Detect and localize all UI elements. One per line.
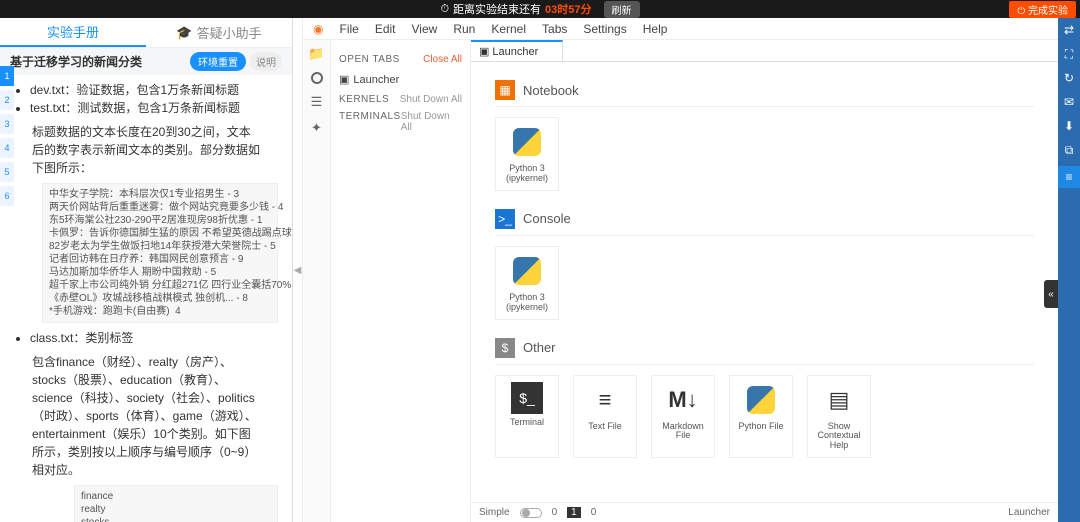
step-5[interactable]: 5 [0,162,14,182]
close-all-button[interactable]: Close All [423,54,462,65]
refresh-button[interactable]: 刷新 [604,1,640,18]
status-count: 0 [552,507,558,518]
menu-help[interactable]: Help [643,22,668,36]
section-other: Other [523,340,556,355]
sidebar-toggle-icon[interactable]: ≡ [1058,166,1080,188]
timer-label: 距离实验结束还有 [453,1,541,17]
other-icon: $ [495,338,515,358]
collapse-button[interactable]: « [1044,280,1058,308]
card-python3-notebook[interactable]: Python 3 (ipykernel) [495,117,559,191]
launcher-icon: ▣ [479,45,489,58]
tab-assistant[interactable]: 🎓答疑小助手 [146,18,292,47]
markdown-icon: M↓ [665,382,701,418]
commands-icon[interactable]: ☰ [309,94,325,110]
finish-button[interactable]: ⏻ 完成实验 [1009,1,1076,18]
step-4[interactable]: 4 [0,138,14,158]
timer-value: 03时57分 [545,1,591,17]
activity-bar: 📁 ☰ ✦ [303,40,331,522]
doc-title: 基于迁移学习的新闻分类 [10,53,142,70]
menu-file[interactable]: File [339,22,358,36]
folder-icon[interactable]: 📁 [309,46,325,62]
card-python-file[interactable]: Python File [729,375,793,459]
tab-launcher[interactable]: ▣Launcher [471,40,563,61]
card-python3-console[interactable]: Python 3 (ipykernel) [495,246,559,320]
fullscreen-icon[interactable]: ⛶ [1061,46,1077,62]
launcher-body: ▦ Notebook Python 3 (ipykernel) >_ Console… [471,62,1058,502]
simple-toggle[interactable] [520,508,542,518]
help-icon: ▤ [821,382,857,418]
running-icon[interactable] [311,72,323,84]
status-count: 1 [567,507,581,518]
left-panel: 1 2 3 4 5 6 实验手册 🎓答疑小助手 基于迁移学习的新闻分类 环境重置… [0,18,293,522]
notebook-icon: ▦ [495,80,515,100]
code-block: 中华女子学院：本科层次仅1专业招男生 - 3 两天价网站背后重重迷雾：做个网站究… [42,183,278,323]
paragraph: 标题数据的文本长度在20到30之间，文本后的数字表示新闻文本的类别。部分数据如下… [32,123,260,177]
copy-icon[interactable]: ⧉ [1061,142,1077,158]
open-tab-item[interactable]: ▣Launcher [339,71,462,88]
open-tabs-label: OPEN TABS [339,54,400,65]
message-icon[interactable]: ✉ [1061,94,1077,110]
menu-kernel[interactable]: Kernel [491,22,526,36]
section-console: Console [523,211,571,226]
python-icon [747,386,775,414]
kernels-label: KERNELS [339,94,389,105]
shutdown-all-button[interactable]: Shut Down All [400,94,462,105]
python-icon [513,257,541,285]
step-1[interactable]: 1 [0,66,14,86]
menu-settings[interactable]: Settings [583,22,626,36]
resizer[interactable]: ◀ [293,18,303,522]
doc-body[interactable]: dev.txt：验证数据，包含1万条新闻标题 test.txt：测试数据，包含1… [0,75,292,522]
jupyter-icon: ◉ [313,22,323,36]
console-icon: >_ [495,209,515,229]
simple-toggle-label: Simple [479,507,510,518]
launcher-icon: ▣ [339,73,349,86]
clock-icon: ⏱ [440,3,449,16]
menu-tabs[interactable]: Tabs [542,22,567,36]
reload-icon[interactable]: ↻ [1061,70,1077,86]
status-bar: Simple 0 1 0 Launcher [471,502,1058,522]
file-browser: OPEN TABS Close All ▣Launcher KERNELS Shut… [331,40,471,522]
help-button[interactable]: 说明 [250,52,282,71]
step-sidebar: 1 2 3 4 5 6 [0,66,14,206]
python-icon [513,128,541,156]
swap-icon[interactable]: ⇄ [1061,22,1077,38]
list-item: test.txt：测试数据，包含1万条新闻标题 [30,99,278,117]
jupyter-panel: ◉ File Edit View Run Kernel Tabs Setting… [303,18,1058,522]
list-item: dev.txt：验证数据，包含1万条新闻标题 [30,81,278,99]
top-bar: ⏱ 距离实验结束还有 03时57分 刷新 ⏻ 完成实验 [0,0,1080,18]
grad-cap-icon: 🎓 [176,25,192,41]
section-notebook: Notebook [523,83,579,98]
card-markdown-file[interactable]: M↓Markdown File [651,375,715,459]
paragraph: 包含finance（财经）、realty（房产）、stocks（股票）、educ… [32,353,260,479]
tab-manual[interactable]: 实验手册 [0,18,146,47]
code-block: finance realty stocks education science … [74,485,278,522]
extension-icon[interactable]: ✦ [309,120,325,136]
text-icon: ≡ [587,382,623,418]
card-contextual-help[interactable]: ▤Show Contextual Help [807,375,871,459]
terminals-label: TERMINALS [339,111,401,133]
step-3[interactable]: 3 [0,114,14,134]
right-toolbar: ⇄ ⛶ ↻ ✉ ⬇ ⧉ ≡ [1058,18,1080,522]
card-text-file[interactable]: ≡Text File [573,375,637,459]
menu-view[interactable]: View [412,22,438,36]
menu-run[interactable]: Run [453,22,475,36]
shutdown-all-button[interactable]: Shut Down All [401,111,462,133]
terminal-icon: $_ [511,382,543,414]
menu-bar: ◉ File Edit View Run Kernel Tabs Setting… [303,18,1058,40]
env-reset-button[interactable]: 环境重置 [190,52,246,71]
menu-edit[interactable]: Edit [375,22,396,36]
status-count: 0 [591,507,597,518]
status-right: Launcher [1008,507,1050,518]
step-2[interactable]: 2 [0,90,14,110]
power-icon: ⏻ [1017,6,1025,17]
download-icon[interactable]: ⬇ [1061,118,1077,134]
list-item: class.txt：类别标签 [30,329,278,347]
step-6[interactable]: 6 [0,186,14,206]
card-terminal[interactable]: $_Terminal [495,375,559,459]
